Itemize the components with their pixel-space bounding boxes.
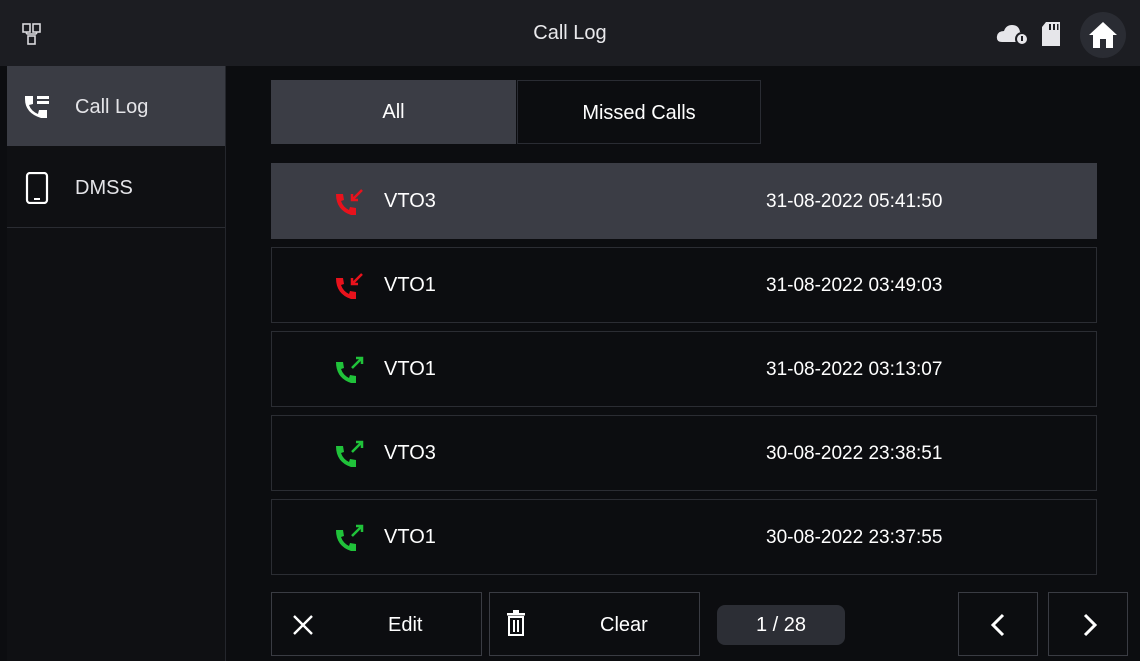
call-name: VTO3 [384, 442, 436, 464]
call-time: 31-08-2022 05:41:50 [766, 191, 943, 212]
missed-call-icon [336, 189, 363, 215]
next-page-button[interactable] [1048, 592, 1128, 656]
call-row[interactable]: VTO3 30-08-2022 23:38:51 [271, 415, 1097, 491]
home-button[interactable] [1080, 12, 1126, 58]
call-time: 31-08-2022 03:49:03 [766, 275, 943, 296]
trash-icon [507, 610, 525, 636]
sidebar: Call Log DMSS [7, 66, 226, 661]
edit-button[interactable]: Edit [271, 592, 482, 656]
mobile-device-icon [25, 172, 49, 204]
app-root: Call Log Call Log DMSS All Missed Calls … [0, 0, 1140, 661]
prev-page-button[interactable] [958, 592, 1038, 656]
sidebar-item-label: Call Log [75, 96, 149, 118]
call-name: VTO3 [384, 190, 436, 212]
clear-button[interactable]: Clear [489, 592, 700, 656]
home-icon [1089, 22, 1117, 48]
clear-label: Clear [600, 614, 648, 636]
header-bar: Call Log [0, 0, 1140, 66]
call-name: VTO1 [384, 274, 436, 296]
edit-label: Edit [388, 614, 423, 636]
tab-missed-calls[interactable]: Missed Calls [517, 80, 761, 144]
cloud-icon [996, 25, 1029, 46]
outgoing-call-icon [336, 440, 364, 467]
call-row[interactable]: VTO1 31-08-2022 03:13:07 [271, 331, 1097, 407]
sd-card-icon [1042, 22, 1060, 46]
call-row[interactable]: VTO1 30-08-2022 23:37:55 [271, 499, 1097, 575]
sidebar-item-dmss[interactable]: DMSS [7, 147, 225, 228]
outgoing-call-icon [336, 524, 364, 551]
sidebar-item-label: DMSS [75, 177, 133, 199]
sidebar-item-call-log[interactable]: Call Log [7, 66, 225, 146]
call-name: VTO1 [384, 526, 436, 548]
chevron-right-icon [1083, 613, 1098, 637]
phone-book-icon [25, 96, 49, 118]
chevron-left-icon [990, 613, 1005, 637]
call-time: 31-08-2022 03:13:07 [766, 359, 943, 380]
missed-call-icon [336, 273, 363, 299]
call-time: 30-08-2022 23:38:51 [766, 443, 943, 464]
call-row[interactable]: VTO3 31-08-2022 05:41:50 [271, 163, 1097, 239]
outgoing-call-icon [336, 356, 364, 383]
call-name: VTO1 [384, 358, 436, 380]
page-indicator: 1 / 28 [717, 605, 845, 645]
call-row[interactable]: VTO1 31-08-2022 03:49:03 [271, 247, 1097, 323]
close-icon [293, 615, 313, 635]
page-title: Call Log [533, 22, 607, 44]
tab-all[interactable]: All [271, 80, 516, 144]
call-time: 30-08-2022 23:37:55 [766, 527, 943, 548]
